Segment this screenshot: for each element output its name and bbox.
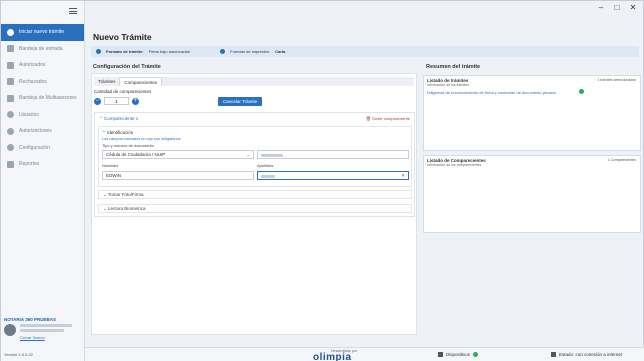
gear-icon: [7, 144, 14, 152]
comparecientes-count: 1 Comparecientes: [607, 158, 636, 162]
tab-tramites[interactable]: Trámites: [94, 77, 119, 86]
sidebar-item-label: Reportes: [19, 161, 40, 168]
compareciente-panel: ⌃ Compareciente 1 🗑 Omitir compareciente…: [94, 112, 415, 217]
formato-tramite-label: Formato de trámite:: [106, 49, 144, 54]
sidebar-item-label: Bandeja de Multiasesores: [19, 95, 77, 102]
user-email-redacted: [20, 329, 64, 332]
document-number-input[interactable]: [257, 150, 409, 159]
status-footer: Desarrollado por olimpia Dispositivos Es…: [85, 347, 644, 361]
config-title: Configuración del Trámite: [93, 64, 161, 70]
formato-impresion-label: Formato de impresión:: [230, 49, 271, 54]
sidebar-item-usuarios[interactable]: Usuarios: [1, 107, 84, 124]
tab-comparecientes[interactable]: Comparecientes: [119, 77, 163, 86]
tramite-item[interactable]: Diligencia de reconocimiento de firma y …: [427, 90, 556, 95]
sidebar-item-label: Bandeja de entrada: [19, 45, 63, 52]
cantidad-input[interactable]: 1: [104, 97, 129, 105]
status-ok-icon: [473, 352, 479, 358]
lectura-biometrica-section[interactable]: ⌄ Lectura Biometrica: [98, 204, 412, 213]
comparecientes-list-card: Listado de Comparecientes Información de…: [423, 155, 641, 233]
document-group-icon: [7, 94, 14, 102]
sidebar-item-bandeja-de-entrada[interactable]: Bandeja de entrada: [1, 41, 84, 58]
apellidos-input[interactable]: ✕: [257, 171, 409, 180]
sidebar-item-iniciar-nuevo-tramite[interactable]: Iniciar nuevo trámite: [1, 24, 84, 41]
sidebar-item-label: Autorizaciones: [19, 128, 52, 135]
cancel-tramite-button[interactable]: Cancelar Trámite: [218, 97, 262, 106]
config-tabs: Trámites Comparecientes: [94, 77, 414, 86]
sidebar-item-label: Rechazados: [19, 78, 47, 85]
identificacion-section: ⌃ Identificación Los campos marcados en …: [98, 126, 412, 187]
document-rejected-icon: [7, 78, 14, 86]
sidebar-item-rechazados[interactable]: Rechazados: [1, 74, 84, 91]
page-title: Nuevo Trámite: [93, 32, 152, 42]
sidebar-item-reportes[interactable]: Reportes: [1, 156, 84, 173]
user-info: Cerrar Sesión: [20, 324, 72, 340]
decrement-button[interactable]: −: [94, 97, 101, 105]
sidebar-item-configuracion[interactable]: Configuración: [1, 140, 84, 157]
plus-circle-icon: [7, 28, 14, 36]
network-icon: [551, 352, 556, 358]
increment-button[interactable]: +: [132, 97, 139, 105]
tramites-list-subtitle: Información de los trámites: [427, 83, 470, 87]
document-type-select[interactable]: Cédula de Ciudadanía / NUIP ⌄: [102, 150, 254, 159]
title-bar: – □ ✕: [85, 1, 643, 14]
document-icon: [7, 61, 14, 69]
formato-impresion-value: Carta: [275, 49, 286, 54]
sidebar-item-label: Iniciar nuevo trámite: [19, 29, 65, 36]
format-info-bar: Formato de trámite: Firma bajo autorizac…: [91, 46, 639, 57]
key-icon: [7, 127, 14, 135]
avatar: [4, 324, 16, 336]
cantidad-label: Cantidad de comparecientes: [94, 89, 152, 94]
user-icon: [7, 111, 14, 119]
tramites-list-card: Listado de trámites Información de los t…: [423, 75, 641, 151]
check-icon: [579, 89, 584, 94]
hamburger-menu-icon[interactable]: [69, 8, 77, 14]
print-format-icon: [220, 49, 226, 54]
apellidos-label: Apellidos: [257, 163, 274, 168]
sidebar-item-autorizaciones[interactable]: Autorizaciones: [1, 123, 84, 140]
network-status: Estado: con conexión a internet: [551, 352, 622, 358]
sidebar: Iniciar nuevo trámite Bandeja de entrada…: [1, 1, 85, 361]
formato-tramite-value: Firma bajo autorización: [148, 49, 191, 54]
comparecientes-list-subtitle: Información de los comparecientes: [427, 163, 482, 167]
document-number-redacted: [261, 154, 283, 157]
sidebar-item-label: Configuración: [19, 144, 50, 151]
app-version: Versión 1.0.0.22: [4, 352, 33, 357]
tramites-count: 1 trámites seleccionados: [597, 78, 636, 82]
inbox-icon: [7, 45, 14, 53]
tomar-foto-firma-section[interactable]: ⌄ Tomar Foto/Firma: [98, 190, 412, 199]
app-window: – □ ✕ Iniciar nuevo trámite Bandeja de e…: [0, 0, 644, 361]
logout-link[interactable]: Cerrar Sesión: [20, 335, 72, 340]
minimize-button[interactable]: –: [597, 3, 605, 12]
devices-status[interactable]: Dispositivos: [438, 352, 479, 358]
sidebar-menu: Iniciar nuevo trámite Bandeja de entrada…: [1, 24, 84, 173]
sidebar-item-label: Autorizados: [19, 62, 46, 69]
user-block: Cerrar Sesión: [4, 324, 82, 340]
apellidos-redacted: [261, 175, 275, 178]
summary-title: Resumen del trámite: [426, 64, 481, 70]
notaria-name: NOTARIA 360 PRUEBAS: [4, 317, 57, 322]
nombres-label: Nombres: [102, 163, 119, 168]
close-button[interactable]: ✕: [629, 3, 637, 12]
device-icon: [438, 352, 443, 358]
required-fields-note: Los campos marcados en rojo son obligato…: [102, 137, 181, 141]
identificacion-header[interactable]: ⌃ Identificación: [102, 130, 133, 136]
nombres-input[interactable]: EDWIN: [102, 171, 254, 180]
sidebar-item-label: Usuarios: [19, 111, 39, 118]
config-panel: Trámites Comparecientes Cantidad de comp…: [91, 73, 417, 335]
clear-icon[interactable]: ✕: [401, 172, 405, 180]
chevron-down-icon: ⌄: [246, 152, 250, 157]
quantity-stepper: − 1 +: [94, 97, 139, 105]
sidebar-item-bandeja-de-multiasesores[interactable]: Bandeja de Multiasesores: [1, 90, 84, 107]
maximize-button[interactable]: □: [613, 3, 621, 12]
compareciente-header[interactable]: ⌃ Compareciente 1: [99, 116, 138, 122]
document-format-icon: [96, 49, 101, 54]
omit-compareciente-button[interactable]: 🗑 Omitir compareciente: [366, 116, 410, 121]
olimpia-logo: olimpia: [313, 352, 352, 361]
sidebar-item-autorizados[interactable]: Autorizados: [1, 57, 84, 74]
chart-icon: [7, 160, 14, 168]
user-name-redacted: [20, 324, 72, 327]
tipo-doc-label: Tipo y número de documento: [102, 143, 154, 148]
